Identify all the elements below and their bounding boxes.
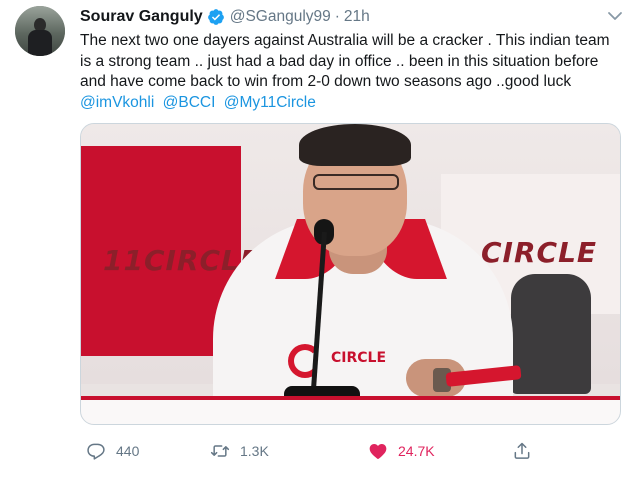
photo-person-glasses — [313, 174, 399, 190]
author-display-name[interactable]: Sourav Ganguly — [80, 8, 203, 26]
tweet-timestamp[interactable]: 21h — [344, 8, 370, 26]
like-count: 24.7K — [398, 443, 435, 459]
photo-person-hair — [299, 124, 411, 166]
tweet-mentions: @imVkohli @BCCI @My11Circle — [80, 93, 320, 114]
retweet-icon — [210, 445, 230, 457]
backdrop-logo-right: CIRCLE — [481, 236, 598, 269]
like-button[interactable]: 24.7K — [368, 440, 435, 462]
photo-table — [81, 396, 620, 424]
chevron-down-icon[interactable] — [605, 8, 625, 24]
photo-chair — [511, 274, 591, 394]
mention-link-bcci[interactable]: @BCCI — [163, 94, 216, 111]
author-handle[interactable]: @SGanguly99 — [230, 8, 331, 26]
mention-link-my11circle[interactable]: @My11Circle — [224, 94, 316, 111]
separator-dot: · — [334, 8, 340, 25]
reply-count: 440 — [116, 443, 140, 459]
verified-badge-icon — [207, 8, 225, 26]
tweet-actions: 440 1.3K 24.7K — [80, 440, 628, 462]
tweet-text-line: is a strong team .. just had a bad day i… — [80, 52, 599, 70]
share-button[interactable] — [512, 440, 542, 462]
avatar[interactable] — [15, 6, 65, 56]
photo-chest-text: CIRCLE — [331, 350, 387, 366]
reply-icon — [87, 443, 105, 460]
tweet-text-line: The next two one dayers against Australi… — [80, 32, 610, 49]
retweet-count: 1.3K — [240, 443, 269, 459]
tweet-text: The next two one dayers against Australi… — [80, 31, 628, 93]
share-icon — [514, 442, 530, 459]
tweet-text-line: and have come back to win from 2-0 down … — [80, 73, 572, 90]
heart-icon — [369, 444, 387, 459]
reply-button[interactable]: 440 — [86, 440, 139, 462]
avatar-figure-body — [28, 30, 52, 56]
retweet-button[interactable]: 1.3K — [210, 440, 269, 462]
mention-link-imvkohli[interactable]: @imVkohli — [80, 94, 154, 111]
tweet-card[interactable]: Sourav Ganguly @SGanguly99 · 21h The nex… — [0, 0, 643, 480]
tweet-media-photo[interactable]: 11CIRCLE CIRCLE CIRCLE — [80, 123, 621, 425]
tweet-header: Sourav Ganguly @SGanguly99 · 21h — [80, 6, 370, 28]
